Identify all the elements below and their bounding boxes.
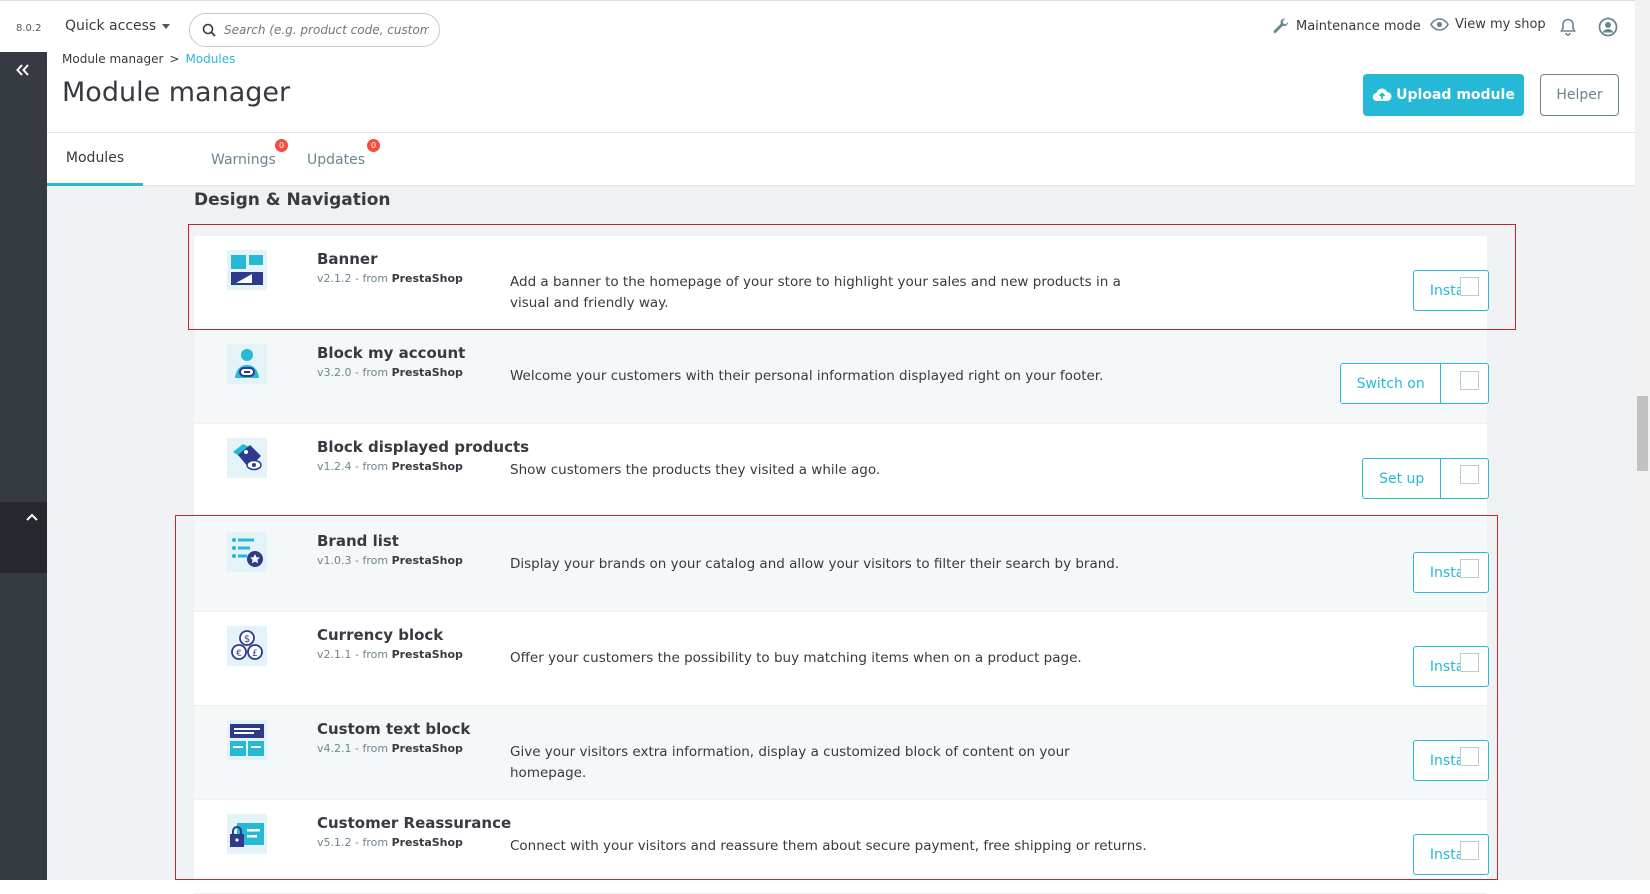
module-row: Block displayed products v1.2.4 - from P… xyxy=(194,424,1489,518)
module-version-text: v1.2.4 - from xyxy=(317,460,389,473)
search-input[interactable] xyxy=(224,23,429,37)
maintenance-mode-label: Maintenance mode xyxy=(1296,18,1421,34)
search-box[interactable] xyxy=(189,13,440,47)
page-header: Module manager > Modules Module manager Up… xyxy=(47,52,1635,132)
breadcrumb-separator: > xyxy=(169,52,180,66)
module-vendor: PrestaShop xyxy=(391,460,463,473)
wrench-icon xyxy=(1273,18,1289,34)
tab-modules-label: Modules xyxy=(65,150,125,166)
account-button[interactable] xyxy=(1598,17,1624,37)
notifications-button[interactable] xyxy=(1560,18,1582,36)
cloud-upload-icon xyxy=(1372,88,1392,102)
page-title: Module manager xyxy=(62,77,291,108)
maintenance-mode-link[interactable]: Maintenance mode xyxy=(1272,17,1421,35)
breadcrumb-current[interactable]: Modules xyxy=(185,52,235,66)
updates-count-badge: 0 xyxy=(367,139,380,152)
highlight-box-banner xyxy=(188,224,1516,330)
viewed-products-icon xyxy=(227,438,267,478)
tab-warnings[interactable]: Warnings 0 xyxy=(191,133,296,186)
switch-on-button[interactable]: Switch on xyxy=(1341,364,1442,403)
set-up-label: Set up xyxy=(1379,470,1425,487)
sidebar-active-block[interactable] xyxy=(0,502,47,573)
helper-button[interactable]: Helper xyxy=(1540,74,1619,116)
module-checkbox[interactable] xyxy=(1460,465,1479,484)
module-description: Welcome your customers with their person… xyxy=(510,368,1104,384)
bell-icon xyxy=(1560,18,1576,36)
account-icon xyxy=(227,344,267,384)
main-content: Design & Navigation Banner v2.1.2 - from… xyxy=(47,186,1635,894)
quick-access-label: Quick access xyxy=(65,18,157,34)
helper-label: Helper xyxy=(1556,87,1603,103)
user-circle-icon xyxy=(1598,17,1618,37)
collapse-arrow-icon xyxy=(16,64,29,76)
module-checkbox[interactable] xyxy=(1460,371,1479,390)
version-label: 8.0.2 xyxy=(16,23,42,34)
search-icon xyxy=(202,23,216,37)
breadcrumb-parent[interactable]: Module manager xyxy=(62,52,163,66)
eye-icon xyxy=(1430,18,1449,31)
module-name: Block displayed products xyxy=(317,438,530,456)
sidebar xyxy=(0,52,47,880)
upload-module-button[interactable]: Upload module xyxy=(1363,74,1524,116)
module-version: v3.2.0 - from PrestaShop xyxy=(317,366,463,379)
module-vendor: PrestaShop xyxy=(391,366,463,379)
module-description: Show customers the products they visited… xyxy=(510,462,881,478)
breadcrumb: Module manager > Modules xyxy=(62,52,235,66)
tab-updates[interactable]: Updates 0 xyxy=(287,133,385,186)
chevron-up-icon[interactable] xyxy=(26,510,38,525)
switch-on-label: Switch on xyxy=(1356,375,1425,392)
quick-access-button[interactable]: Quick access xyxy=(65,18,171,34)
module-version-text: v3.2.0 - from xyxy=(317,366,389,379)
tab-modules[interactable]: Modules xyxy=(47,133,143,186)
collapse-sidebar-button[interactable] xyxy=(10,60,36,86)
tab-bar: Modules Warnings 0 Updates 0 xyxy=(47,132,1635,186)
tab-warnings-label: Warnings xyxy=(211,151,276,168)
set-up-button[interactable]: Set up xyxy=(1363,459,1442,498)
highlight-box-modules xyxy=(175,515,1498,880)
page-scrollbar[interactable] xyxy=(1635,0,1650,880)
scrollbar-thumb[interactable] xyxy=(1637,396,1648,471)
module-row: Block my account v3.2.0 - from PrestaSho… xyxy=(194,330,1489,424)
top-bar: 8.0.2 Quick access Maintenance mode View… xyxy=(0,0,1650,52)
section-title: Design & Navigation xyxy=(194,190,391,210)
module-name: Block my account xyxy=(317,344,466,362)
caret-down-icon xyxy=(162,23,171,29)
upload-module-label: Upload module xyxy=(1396,87,1515,103)
view-shop-label: View my shop xyxy=(1455,17,1546,32)
view-shop-link[interactable]: View my shop xyxy=(1430,17,1546,32)
module-version: v1.2.4 - from PrestaShop xyxy=(317,460,463,473)
tab-updates-label: Updates xyxy=(307,151,365,168)
